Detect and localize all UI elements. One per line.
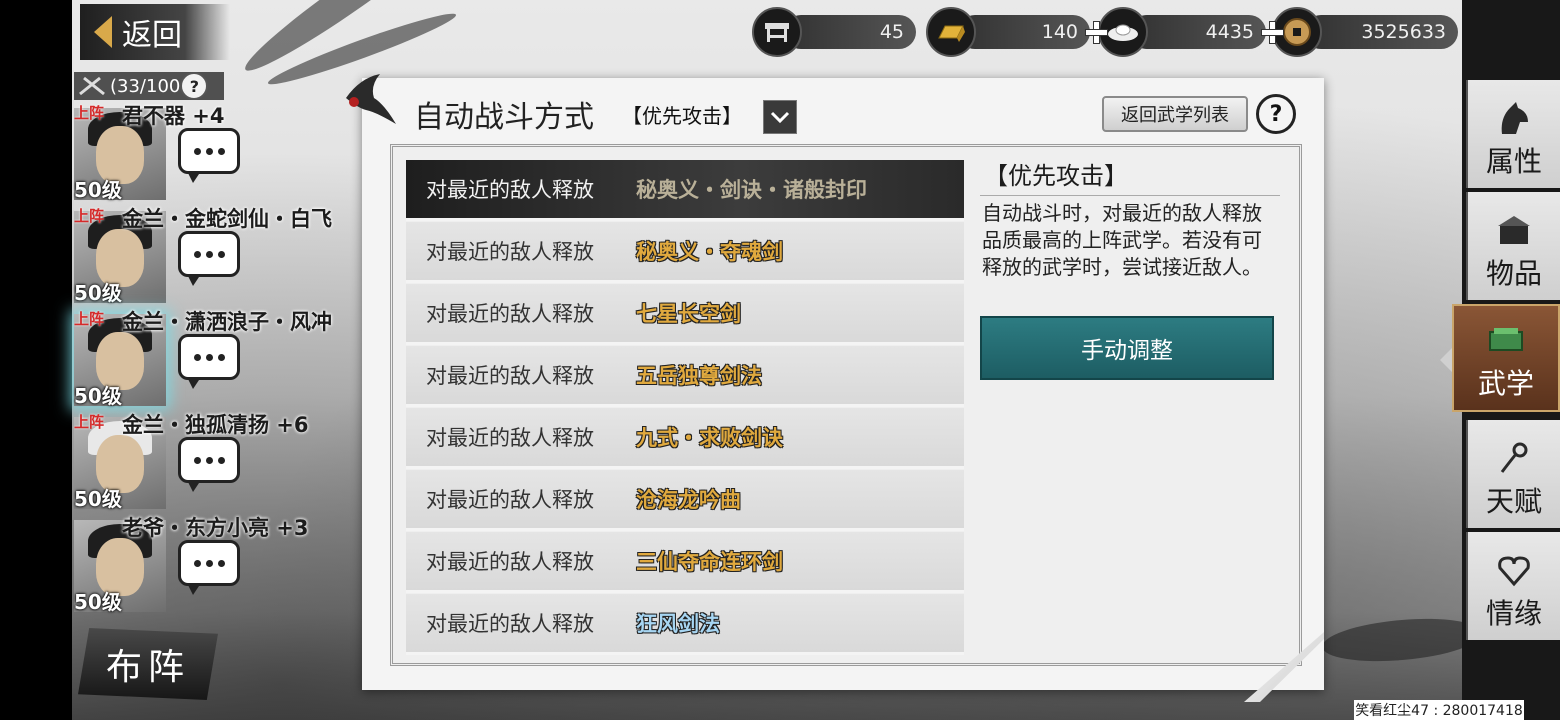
back-arrow-icon xyxy=(94,16,112,48)
formation-button[interactable]: 布阵 xyxy=(78,628,218,700)
roster-member[interactable]: 上阵 君不器 +4 50级 xyxy=(72,100,372,203)
help-button[interactable]: ? xyxy=(1256,94,1296,134)
skill-condition: 对最近的敌人释放 xyxy=(426,364,594,388)
skill-row[interactable]: 对最近的敌人释放 九式・求败剑诀 xyxy=(406,408,964,469)
member-name: 金兰・金蛇剑仙・白飞 xyxy=(122,207,332,231)
gold-bar-icon xyxy=(926,7,976,57)
skill-row[interactable]: 对最近的敌人释放 五岳独尊剑法 xyxy=(406,346,964,407)
roster-member[interactable]: 上阵 金兰・潇洒浪子・风冲 50级 xyxy=(72,306,372,409)
deployed-tag: 上阵 xyxy=(74,104,105,122)
scroll-book-icon xyxy=(1489,328,1523,351)
roster-help-button[interactable]: ? xyxy=(180,72,209,100)
member-name: 君不器 +4 xyxy=(122,104,225,128)
side-tab-talent[interactable]: 天赋 xyxy=(1466,420,1560,528)
member-name: 老爷・东方小亮 +3 xyxy=(122,516,309,540)
talent-knot-icon xyxy=(1500,442,1528,473)
skill-condition: 对最近的敌人释放 xyxy=(426,178,594,202)
side-tab-label: 武学 xyxy=(1477,367,1534,400)
description-divider xyxy=(980,195,1280,196)
side-tab-affinity[interactable]: 情缘 xyxy=(1466,532,1560,640)
chat-bubble-icon[interactable] xyxy=(178,128,240,183)
chat-bubble-icon[interactable] xyxy=(178,437,240,492)
member-level: 50级 xyxy=(74,384,122,408)
currency-value: 45 xyxy=(784,15,916,49)
skill-row[interactable]: 对最近的敌人释放 秘奥义・夺魂剑 xyxy=(406,222,964,283)
treasure-box-icon xyxy=(1498,216,1530,244)
skill-name: 沧海龙吟曲 xyxy=(636,488,741,512)
currency-value: 4435 xyxy=(1130,15,1266,49)
skill-name: 三仙夺命连环剑 xyxy=(636,550,783,574)
side-tab-items[interactable]: 物品 xyxy=(1466,192,1560,300)
side-tab-label: 情缘 xyxy=(1485,597,1542,630)
member-level: 50级 xyxy=(74,487,122,511)
ink-brush-icon xyxy=(346,74,396,124)
side-tab-label: 天赋 xyxy=(1485,485,1542,518)
mode-dropdown-button[interactable] xyxy=(763,100,797,134)
roster-member[interactable]: 上阵 金兰・金蛇剑仙・白飞 50级 xyxy=(72,203,372,306)
heart-knot-icon xyxy=(1498,556,1530,587)
roster-member[interactable]: 老爷・东方小亮 +3 50级 xyxy=(72,512,372,615)
panel-title: 自动战斗方式 xyxy=(414,100,594,135)
skill-condition: 对最近的敌人释放 xyxy=(426,488,594,512)
chat-bubble-icon[interactable] xyxy=(178,334,240,389)
skill-name: 五岳独尊剑法 xyxy=(636,364,762,388)
side-tab-label: 属性 xyxy=(1485,145,1542,178)
stool-icon xyxy=(752,7,802,57)
manual-adjust-button[interactable]: 手动调整 xyxy=(980,316,1274,380)
horse-head-icon xyxy=(1501,102,1528,134)
swords-icon xyxy=(79,76,105,96)
skill-row[interactable]: 对最近的敌人释放 七星长空剑 xyxy=(406,284,964,345)
deployed-tag: 上阵 xyxy=(74,413,105,431)
chat-bubble-icon[interactable] xyxy=(178,231,240,286)
chat-bubble-icon[interactable] xyxy=(178,540,240,595)
roster-count-bar: (33/100 ? xyxy=(74,72,224,100)
roster-count: (33/100 xyxy=(110,75,181,97)
deployed-tag: 上阵 xyxy=(74,207,105,225)
member-level: 50级 xyxy=(74,281,122,305)
deployed-tag: 上阵 xyxy=(74,310,105,328)
skill-name: 七星长空剑 xyxy=(636,302,741,326)
member-name: 金兰・独孤清扬 +6 xyxy=(122,413,309,437)
skill-condition: 对最近的敌人释放 xyxy=(426,550,594,574)
description-text: 自动战斗时，对最近的敌人释放品质最高的上阵武学。若没有可释放的武学时，尝试接近敌… xyxy=(982,201,1262,279)
side-tab-attributes[interactable]: 属性 xyxy=(1466,80,1560,188)
back-button[interactable]: 返回 xyxy=(80,4,230,60)
currency-value: 3525633 xyxy=(1304,15,1458,49)
add-gold-button[interactable] xyxy=(1084,20,1108,44)
currency-silver: 4435 xyxy=(1098,7,1284,57)
skill-name: 秘奥义・剑诀・诸般封印 xyxy=(636,178,867,202)
return-skill-list-button[interactable]: 返回武学列表 xyxy=(1102,96,1248,132)
skill-condition: 对最近的敌人释放 xyxy=(426,426,594,450)
user-id-label: 笑看红尘47 : 280017418 xyxy=(1354,700,1524,720)
skill-condition: 对最近的敌人释放 xyxy=(426,302,594,326)
description-title: 【优先攻击】 xyxy=(984,162,1128,190)
skill-row[interactable]: 对最近的敌人释放 狂风剑法 xyxy=(406,594,964,655)
skill-row[interactable]: 对最近的敌人释放 秘奥义・剑诀・诸般封印 xyxy=(406,160,964,221)
roster-member[interactable]: 上阵 金兰・独孤清扬 +6 50级 xyxy=(72,409,372,512)
skill-row[interactable]: 对最近的敌人释放 三仙夺命连环剑 xyxy=(406,532,964,593)
skill-condition: 对最近的敌人释放 xyxy=(426,240,594,264)
skill-name: 九式・求败剑诀 xyxy=(636,426,783,450)
member-level: 50级 xyxy=(74,590,122,614)
skill-condition: 对最近的敌人释放 xyxy=(426,612,594,636)
currency-copper: 3525633 xyxy=(1272,7,1458,57)
skill-row[interactable]: 对最近的敌人释放 沧海龙吟曲 xyxy=(406,470,964,531)
battle-mode-label: 【优先攻击】 xyxy=(622,104,742,128)
chevron-down-icon xyxy=(770,111,790,124)
currency-stool: 45 xyxy=(752,7,916,57)
currency-value: 140 xyxy=(958,15,1090,49)
currency-gold: 140 xyxy=(926,7,1108,57)
member-level: 50级 xyxy=(74,178,122,202)
skill-name: 狂风剑法 xyxy=(636,612,720,636)
side-tab-martial-arts[interactable]: 武学 xyxy=(1452,304,1560,412)
member-name: 金兰・潇洒浪子・风冲 xyxy=(122,310,332,334)
skill-name: 秘奥义・夺魂剑 xyxy=(636,240,783,264)
formation-label: 布阵 xyxy=(105,647,190,688)
add-silver-button[interactable] xyxy=(1260,20,1284,44)
back-label: 返回 xyxy=(122,18,182,53)
side-tab-label: 物品 xyxy=(1485,257,1542,290)
